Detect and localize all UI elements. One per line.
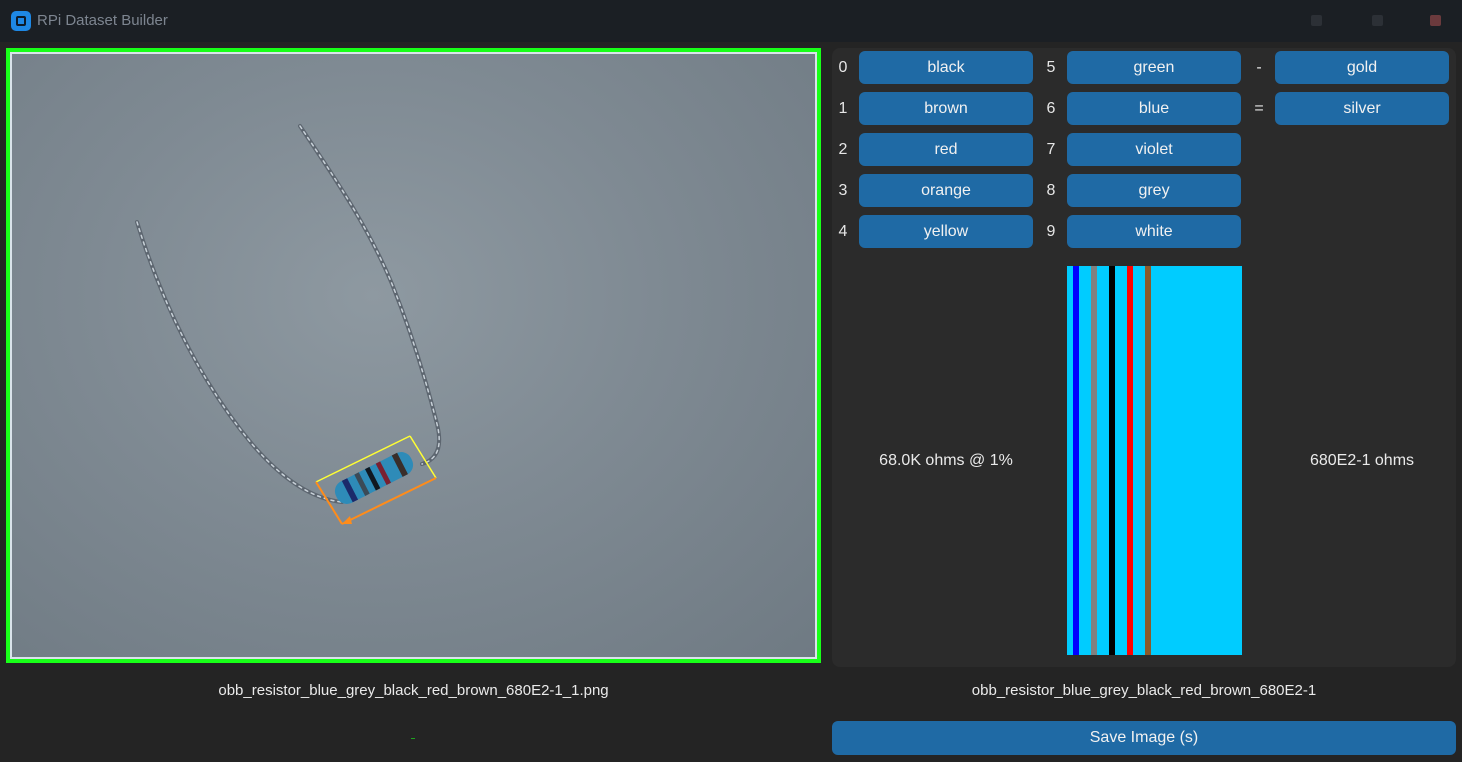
- band-preview: [1067, 266, 1242, 655]
- close-button[interactable]: [1430, 15, 1441, 26]
- digit-1: 1: [838, 100, 848, 117]
- label-name: obb_resistor_blue_grey_black_red_brown_6…: [971, 682, 1317, 699]
- color-button-grey[interactable]: grey: [1067, 174, 1241, 207]
- window-title: RPi Dataset Builder: [37, 12, 168, 29]
- color-button-black[interactable]: black: [859, 51, 1033, 84]
- color-button-violet[interactable]: violet: [1067, 133, 1241, 166]
- maximize-button[interactable]: [1372, 15, 1383, 26]
- band-stripe-black: [1109, 266, 1115, 655]
- color-button-red[interactable]: red: [859, 133, 1033, 166]
- digit-5: 5: [1046, 59, 1056, 76]
- image-preview-frame: [6, 48, 821, 663]
- color-button-blue[interactable]: blue: [1067, 92, 1241, 125]
- app-icon: [11, 11, 31, 31]
- band-stripe-red: [1127, 266, 1133, 655]
- title-bar: RPi Dataset Builder: [0, 0, 1462, 42]
- minimize-button[interactable]: [1311, 15, 1322, 26]
- digit-8: 8: [1046, 182, 1056, 199]
- tolerance-symbol-silver: =: [1254, 100, 1264, 117]
- camera-image[interactable]: [10, 52, 817, 659]
- digit-6: 6: [1046, 100, 1056, 117]
- resistor-photo: [135, 124, 442, 525]
- color-button-brown[interactable]: brown: [859, 92, 1033, 125]
- color-button-silver[interactable]: silver: [1275, 92, 1449, 125]
- color-button-orange[interactable]: orange: [859, 174, 1033, 207]
- color-button-white[interactable]: white: [1067, 215, 1241, 248]
- resistance-code: 680E2-1 ohms: [1309, 452, 1415, 469]
- digit-3: 3: [838, 182, 848, 199]
- color-button-yellow[interactable]: yellow: [859, 215, 1033, 248]
- tolerance-symbol-gold: -: [1256, 59, 1262, 76]
- color-button-gold[interactable]: gold: [1275, 51, 1449, 84]
- band-stripe-brown: [1145, 266, 1151, 655]
- image-filename: obb_resistor_blue_grey_black_red_brown_6…: [218, 682, 609, 699]
- color-panel: 0 black 1 brown 2 red 3 orange 4 yellow …: [832, 48, 1456, 667]
- digit-7: 7: [1046, 141, 1056, 158]
- band-stripe-grey: [1091, 266, 1097, 655]
- band-stripe-blue: [1073, 266, 1079, 655]
- resistance-value: 68.0K ohms @ 1%: [879, 452, 1013, 469]
- save-image-button[interactable]: Save Image (s): [832, 721, 1456, 755]
- digit-2: 2: [838, 141, 848, 158]
- digit-4: 4: [838, 223, 848, 240]
- status-indicator: [411, 738, 415, 739]
- digit-0: 0: [838, 59, 848, 76]
- digit-9: 9: [1046, 223, 1056, 240]
- color-button-green[interactable]: green: [1067, 51, 1241, 84]
